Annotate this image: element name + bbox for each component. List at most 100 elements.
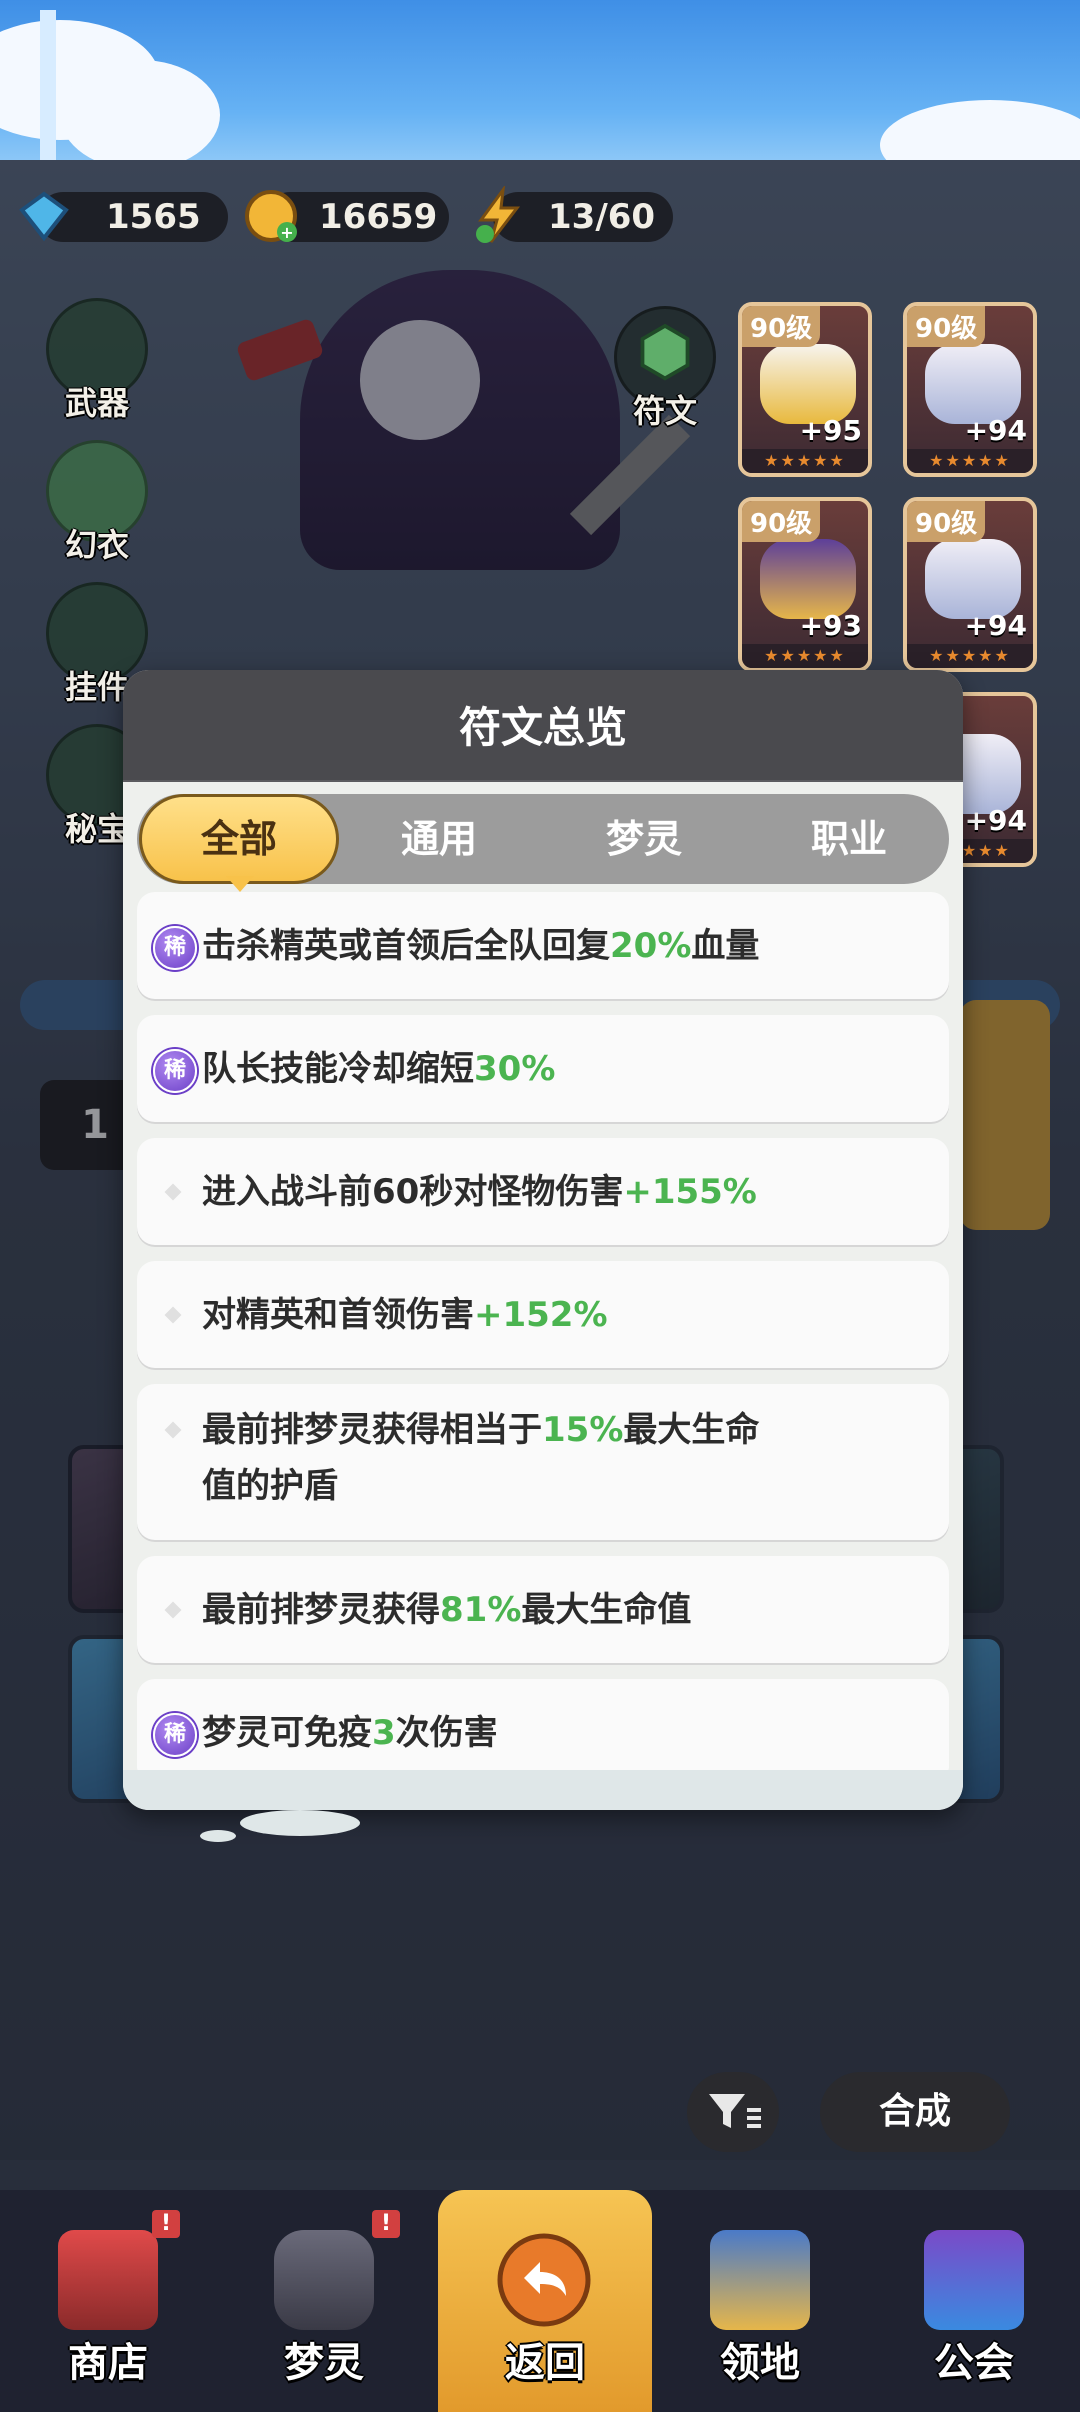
bubble-tail-small — [200, 1830, 236, 1842]
guild-icon — [924, 2230, 1024, 2330]
outfit-label: 幻衣 — [64, 526, 129, 564]
equipment-plus: +93 — [799, 609, 862, 642]
rune-text-part: 血量 — [691, 925, 760, 966]
nav-guild[interactable]: 公会 — [866, 2190, 1080, 2412]
tab-pointer — [226, 876, 254, 892]
tab-bar: 全部 通用 梦灵 职业 — [137, 794, 949, 884]
nav-spirit[interactable]: ! 梦灵 — [216, 2190, 432, 2412]
filter-icon — [709, 2094, 761, 2128]
diamond-icon — [19, 191, 69, 242]
rune-item: 最前排梦灵获得81%最大生命值 — [137, 1556, 949, 1663]
equipment-plus: +94 — [964, 804, 1027, 837]
nav-label: 商店 — [68, 2340, 148, 2386]
nav-label: 梦灵 — [284, 2340, 364, 2386]
helmet-icon — [760, 344, 856, 424]
bottom-nav: ! 商店 ! 梦灵 返回 领地 公会 — [0, 2190, 1080, 2412]
rune-item: 稀队长技能冷却缩短30% — [137, 1015, 949, 1122]
rune-text-part: 梦灵可免疫 — [202, 1712, 372, 1753]
gold-count: 16659 — [319, 197, 438, 237]
nav-label: 返回 — [505, 2340, 585, 2386]
equipment-plus: +94 — [964, 609, 1027, 642]
equipment-slot-helmet[interactable]: 90级 +95 ★★★★★ — [738, 302, 872, 477]
tab-all[interactable]: 全部 — [139, 794, 339, 884]
rune-text-part: 进入战斗前60秒对怪物伤害 — [202, 1171, 624, 1212]
rune-text-part: 最前排梦灵获得相当于 — [202, 1410, 542, 1450]
equipment-slot-bracer[interactable]: 90级 +93 ★★★★★ — [738, 497, 872, 672]
modal-bottom-fade — [123, 1770, 963, 1810]
tower-decoration — [40, 10, 56, 160]
equipment-slot-pants[interactable]: 90级 +94 ★★★★★ — [903, 497, 1037, 672]
equipment-plus: +95 — [799, 414, 862, 447]
star-rating: ★★★★★ — [742, 644, 868, 668]
gem-counter: 1565 — [19, 191, 228, 242]
weapon-label: 武器 — [64, 384, 129, 422]
rune-description: 最前排梦灵获得相当于15%最大生命值的护盾 — [202, 1402, 759, 1514]
bubble-tail — [240, 1810, 360, 1836]
bracer-icon — [760, 539, 856, 619]
rune-text-part: 最前排梦灵获得 — [202, 1589, 440, 1630]
rune-value: +155% — [623, 1171, 757, 1212]
lightning-icon — [476, 186, 521, 243]
weapon-button[interactable]: 武器 — [42, 298, 152, 424]
equipment-level: 90级 — [742, 306, 821, 347]
territory-icon — [710, 2230, 810, 2330]
nav-shop[interactable]: ! 商店 — [0, 2190, 216, 2412]
rare-badge: 稀 — [153, 1712, 197, 1757]
notification-badge: ! — [152, 2210, 180, 2238]
modal-title: 符文总览 — [458, 703, 627, 752]
back-arrow-icon — [497, 2233, 591, 2327]
energy-counter: 13/60 — [476, 186, 673, 243]
robot-icon — [274, 2230, 374, 2330]
rune-text-part: 最大生命 — [623, 1410, 760, 1450]
rune-text-part: 对精英和首领伤害 — [202, 1294, 474, 1335]
equipment-level: 90级 — [907, 501, 986, 542]
nav-label: 公会 — [934, 2340, 1014, 2386]
rune-text-part: 值的护盾 — [202, 1466, 338, 1506]
rune-item: 稀击杀精英或首领后全队回复20%血量 — [137, 892, 949, 999]
star-rating: ★★★★★ — [907, 644, 1033, 668]
coin-icon: + — [245, 190, 297, 242]
equipment-level: 90级 — [907, 306, 986, 347]
rune-value: 20% — [610, 925, 692, 966]
rune-description: 梦灵可免疫3次伤害 — [202, 1705, 498, 1761]
rare-badge: 稀 — [153, 925, 197, 970]
rune-description: 最前排梦灵获得81%最大生命值 — [202, 1582, 691, 1638]
rune-description: 击杀精英或首领后全队回复20%血量 — [202, 918, 759, 974]
rune-button[interactable]: 符文 — [610, 306, 720, 432]
rune-value: 30% — [474, 1048, 556, 1089]
equipment-slot-armor[interactable]: 90级 +94 ★★★★★ — [903, 302, 1037, 477]
gem-count: 1565 — [106, 197, 201, 237]
gold-counter: + 16659 — [245, 190, 449, 242]
nav-territory[interactable]: 领地 — [652, 2190, 868, 2412]
rune-item: 进入战斗前60秒对怪物伤害+155% — [137, 1138, 949, 1245]
tab-class[interactable]: 职业 — [749, 794, 949, 884]
rune-item: 最前排梦灵获得相当于15%最大生命值的护盾 — [137, 1384, 949, 1540]
bullet-icon — [164, 1601, 182, 1618]
rune-value: 3 — [372, 1712, 396, 1753]
synthesize-button[interactable]: 合成 — [820, 2072, 1010, 2152]
outfit-button[interactable]: 幻衣 — [42, 440, 152, 566]
rune-description: 队长技能冷却缩短30% — [202, 1041, 555, 1097]
bullet-icon — [164, 1183, 182, 1200]
sky-background — [0, 0, 1080, 190]
svg-text:+: + — [280, 223, 293, 242]
rune-overview-modal: 符文总览 全部 通用 梦灵 职业 稀击杀精英或首领后全队回复20%血量稀队长技能… — [123, 670, 963, 1810]
rune-value: 15% — [542, 1410, 624, 1450]
rune-text-part: 次伤害 — [395, 1712, 498, 1753]
rune-text-part: 队长技能冷却缩短 — [202, 1048, 474, 1089]
rune-label: 符文 — [632, 392, 697, 430]
pants-icon — [925, 539, 1021, 619]
rune-description: 对精英和首领伤害+152% — [202, 1287, 608, 1343]
rune-value: 81% — [440, 1589, 522, 1630]
tab-spirit[interactable]: 梦灵 — [544, 794, 744, 884]
rare-badge: 稀 — [153, 1048, 197, 1093]
rune-description: 进入战斗前60秒对怪物伤害+155% — [202, 1164, 757, 1220]
filter-button[interactable] — [687, 2072, 779, 2152]
equipment-plus: +94 — [964, 414, 1027, 447]
star-rating: ★★★★★ — [907, 449, 1033, 473]
nav-back[interactable]: 返回 — [438, 2190, 652, 2412]
rune-text-part: 最大生命值 — [521, 1589, 692, 1630]
tab-general[interactable]: 通用 — [339, 794, 539, 884]
bullet-icon — [164, 1421, 182, 1439]
notification-badge: ! — [372, 2210, 400, 2238]
